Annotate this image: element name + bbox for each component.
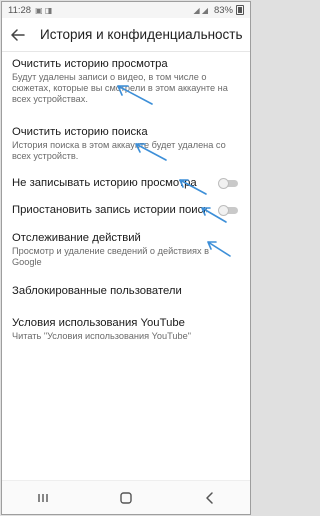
- item-title: Заблокированные пользователи: [12, 285, 182, 297]
- item-subtitle: История поиска в этом аккаунте будет уда…: [12, 140, 226, 161]
- pause-watch-history-item[interactable]: Не записывать историю просмотра: [2, 170, 250, 196]
- home-button[interactable]: [106, 483, 146, 513]
- item-title: Очистить историю просмотра: [12, 58, 168, 70]
- pause-search-history-toggle[interactable]: [218, 205, 238, 216]
- blocked-users-item[interactable]: Заблокированные пользователи: [2, 276, 250, 308]
- system-back-button[interactable]: [189, 483, 229, 513]
- battery-percent: 83%: [213, 4, 233, 16]
- item-title: Не записывать историю просмотра: [12, 177, 197, 189]
- pause-search-history-item[interactable]: Приостановить запись истории поиска: [2, 196, 250, 224]
- arrow-left-icon: [11, 28, 25, 41]
- item-subtitle: Читать "Условия использования YouTube": [12, 331, 191, 341]
- item-title: Отслеживание действий: [12, 232, 141, 244]
- status-bar: 11:28 ▣ ◨ ◢ ◢ 83%: [2, 2, 250, 18]
- item-subtitle: Будут удалены записи о видео, в том числ…: [12, 72, 228, 104]
- youtube-terms-item[interactable]: Условия использования YouTube Читать "Ус…: [2, 308, 250, 352]
- signal-icon: ◢ ◢: [193, 5, 208, 15]
- recents-icon: [38, 493, 49, 502]
- battery-icon: [236, 5, 244, 15]
- back-chevron-icon: [205, 491, 213, 504]
- notification-icons: ▣ ◨: [35, 5, 53, 15]
- recents-button[interactable]: [23, 483, 63, 513]
- back-button[interactable]: [2, 18, 34, 52]
- system-nav-bar: [2, 480, 250, 514]
- pause-watch-history-toggle[interactable]: [218, 178, 238, 189]
- item-title: Приостановить запись истории поиска: [12, 204, 207, 216]
- toggle-thumb: [218, 205, 229, 216]
- activity-controls-item[interactable]: Отслеживание действий Просмотр и удалени…: [2, 224, 250, 276]
- page-title: История и конфиденциальность: [40, 27, 243, 42]
- status-right: ◢ ◢ 83%: [193, 5, 244, 16]
- item-subtitle: Просмотр и удаление сведений о действиях…: [12, 246, 210, 267]
- toggle-thumb: [218, 178, 229, 189]
- clear-watch-history-item[interactable]: Очистить историю просмотра Будут удалены…: [2, 52, 250, 120]
- clear-search-history-item[interactable]: Очистить историю поиска История поиска в…: [2, 120, 250, 170]
- status-time: 11:28: [8, 4, 32, 16]
- item-title: Очистить историю поиска: [12, 126, 148, 138]
- item-title: Условия использования YouTube: [12, 317, 185, 329]
- settings-list: Очистить историю просмотра Будут удалены…: [2, 52, 250, 352]
- home-icon: [120, 491, 132, 504]
- app-bar: История и конфиденциальность: [2, 18, 250, 52]
- phone-screen: 11:28 ▣ ◨ ◢ ◢ 83% История и конфиденциал…: [1, 1, 251, 515]
